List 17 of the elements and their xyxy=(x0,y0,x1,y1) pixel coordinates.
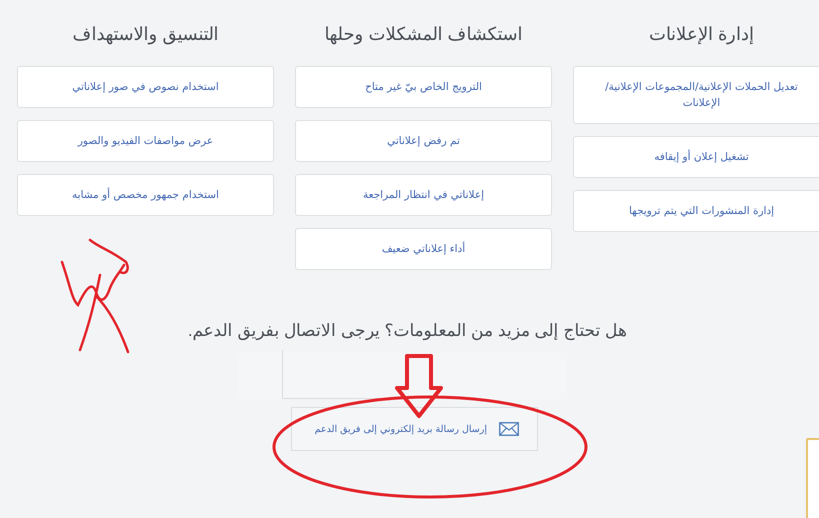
email-support-button[interactable]: إرسال رسالة بريد إلكتروني إلى فريق الدعم xyxy=(291,407,538,451)
section-heading: إدارة الإعلانات xyxy=(648,23,755,46)
help-topic-link[interactable]: إدارة المنشورات التي يتم ترويجها xyxy=(573,190,819,232)
section-heading: استكشاف المشكلات وحلها xyxy=(323,23,524,46)
annotation-arrow xyxy=(395,354,443,418)
help-topic-link[interactable]: تم رفض إعلاناتي xyxy=(295,120,552,162)
help-topic-link[interactable]: استخدام نصوص في صور إعلاناتي xyxy=(17,66,274,108)
help-topic-link[interactable]: أداء إعلاناتي ضعيف xyxy=(295,228,552,270)
help-topic-link[interactable]: الترويج الخاص بيّ غير متاح xyxy=(295,66,552,108)
support-question: هل تحتاج إلى مزيد من المعلومات؟ يرجى الاتصال بفريق الدعم. xyxy=(188,320,628,341)
help-topic-link[interactable]: عرض مواصفات الفيديو والصور xyxy=(17,120,274,162)
help-topic-link[interactable]: تعديل الحملات الإعلانية/المجموعات الإعلانية/ الإعلانات xyxy=(573,66,819,124)
help-topic-link[interactable]: استخدام جمهور مخصص أو مشابه xyxy=(17,174,274,216)
help-topic-link[interactable]: تشغيل إعلان أو إيقافه xyxy=(573,136,819,178)
envelope-icon xyxy=(499,422,519,436)
section-heading: التنسيق والاستهداف xyxy=(71,23,220,46)
help-topic-link[interactable]: إعلاناتي في انتظار المراجعة xyxy=(295,174,552,216)
